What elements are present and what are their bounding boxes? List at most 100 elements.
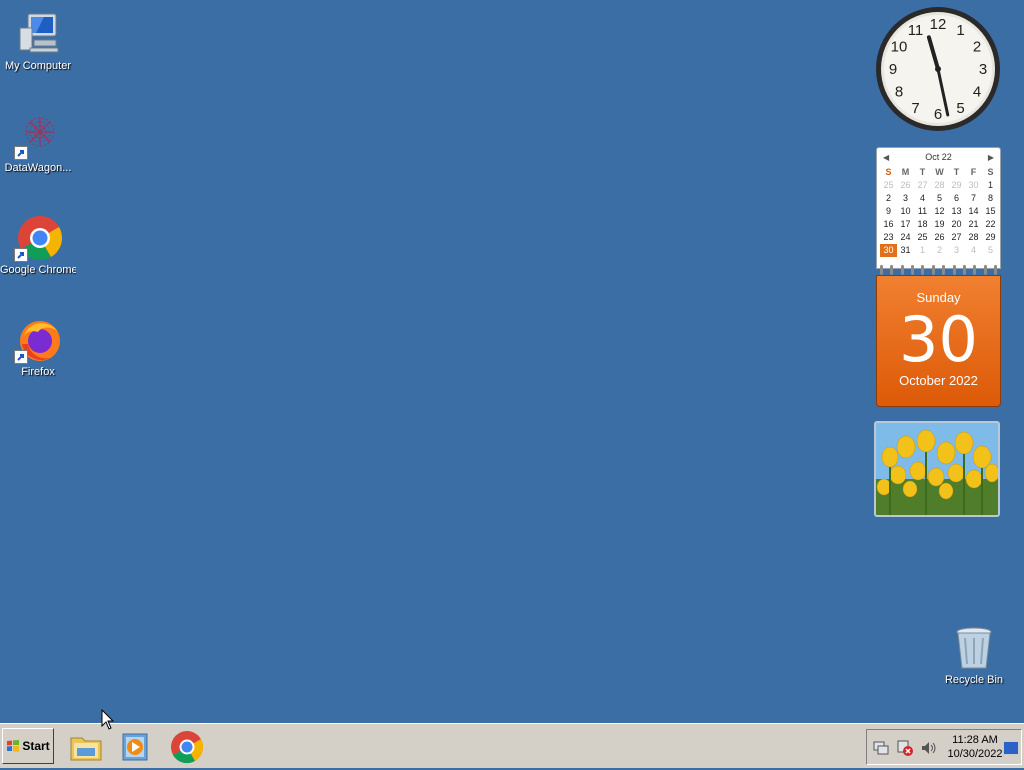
clock-numeral: 3 xyxy=(979,61,987,78)
calendar-spiral xyxy=(876,265,1001,275)
calendar-day-number: 30 xyxy=(899,303,978,376)
taskbar-explorer-button[interactable] xyxy=(68,729,104,765)
calendar-weekday-header: T xyxy=(919,167,926,177)
start-button[interactable]: Start xyxy=(2,728,54,764)
calendar-day-cell[interactable]: 29 xyxy=(948,179,965,192)
clock-numeral: 8 xyxy=(895,84,903,101)
calendar-month-view: ◀ Oct 22 ▶ S M T W T F S 25 26 27 28 29 30 1 2 3 4 5 6 7 8 9 1… xyxy=(876,147,1001,269)
calendar-day-cell[interactable]: 13 xyxy=(948,205,965,218)
clock-numeral: 5 xyxy=(956,100,964,117)
calendar-day-cell[interactable]: 14 xyxy=(965,205,982,218)
calendar-day-cell[interactable]: 2 xyxy=(880,192,897,205)
calendar-day-cell[interactable]: 29 xyxy=(982,231,999,244)
calendar-day-cell[interactable]: 25 xyxy=(880,179,897,192)
calendar-day-cell[interactable]: 31 xyxy=(897,244,914,257)
calendar-day-cell[interactable]: 18 xyxy=(914,218,931,231)
clock-numeral: 6 xyxy=(934,106,942,123)
calendar-day-cell[interactable]: 24 xyxy=(897,231,914,244)
calendar-day-cell[interactable]: 5 xyxy=(982,244,999,257)
desktop-icon-datawagon[interactable]: DataWagon... xyxy=(0,112,76,175)
calendar-day-cell[interactable]: 20 xyxy=(948,218,965,231)
network-icon[interactable] xyxy=(872,739,890,757)
calendar-day-cell[interactable]: 30 xyxy=(880,244,897,257)
calendar-day-cell[interactable]: 10 xyxy=(897,205,914,218)
calendar-day-cell[interactable]: 8 xyxy=(982,192,999,205)
tulips-photo xyxy=(876,423,998,515)
firefox-icon xyxy=(14,316,62,364)
desktop-icon-firefox[interactable]: Firefox xyxy=(0,316,76,379)
calendar-day-cell[interactable]: 9 xyxy=(880,205,897,218)
clock-numeral: 1 xyxy=(956,22,964,39)
taskbar-media-player-button[interactable] xyxy=(118,729,154,765)
calendar-gadget[interactable]: ◀ Oct 22 ▶ S M T W T F S 25 26 27 28 29 30 1 2 3 4 5 6 7 8 9 1… xyxy=(876,147,1001,407)
clock-gadget[interactable]: 12 1 2 3 4 5 6 7 8 9 10 11 xyxy=(875,6,1001,132)
desktop-icon-recycle-bin[interactable]: Recycle Bin xyxy=(936,624,1012,687)
shortcut-arrow-icon xyxy=(14,350,28,364)
calendar-grid: S M T W T F S 25 26 27 28 29 30 1 2 3 4 5 6 7 8 9 10 11 12 13 14 15… xyxy=(880,166,1000,257)
explorer-icon xyxy=(70,737,102,761)
desktop-icon-label: Google Chrome xyxy=(0,264,76,276)
calendar-day-cell[interactable]: 16 xyxy=(880,218,897,231)
desktop-icon-label: My Computer xyxy=(4,60,72,72)
calendar-weekday-header: F xyxy=(970,167,977,177)
calendar-day-cell[interactable]: 3 xyxy=(897,192,914,205)
calendar-day-cell[interactable]: 4 xyxy=(914,192,931,205)
calendar-day-cell[interactable]: 27 xyxy=(948,231,965,244)
chrome-icon xyxy=(171,731,204,764)
desktop-icon-my-computer[interactable]: My Computer xyxy=(0,10,76,73)
calendar-day-cell[interactable]: 3 xyxy=(948,244,965,257)
shortcut-arrow-icon xyxy=(14,248,28,262)
calendar-day-cell[interactable]: 11 xyxy=(914,205,931,218)
calendar-day-cell[interactable]: 23 xyxy=(880,231,897,244)
calendar-weekday-header: T xyxy=(953,167,960,177)
calendar-weekday-header: S xyxy=(987,167,994,177)
calendar-day-cell[interactable]: 26 xyxy=(931,231,948,244)
clock-numeral: 4 xyxy=(973,84,981,101)
clock-numeral: 11 xyxy=(908,22,924,39)
calendar-day-cell[interactable]: 22 xyxy=(982,218,999,231)
show-desktop-icon[interactable] xyxy=(1003,741,1019,755)
calendar-day-cell[interactable]: 12 xyxy=(931,205,948,218)
desktop-icon-chrome[interactable]: Google Chrome xyxy=(0,214,76,277)
calendar-header: ◀ Oct 22 ▶ xyxy=(877,148,1000,166)
next-month-icon[interactable]: ▶ xyxy=(988,153,994,162)
clock-numeral: 10 xyxy=(891,39,908,56)
calendar-month-year: October 2022 xyxy=(899,373,978,388)
volume-icon[interactable] xyxy=(920,739,938,757)
slideshow-gadget[interactable] xyxy=(874,421,1000,517)
clock-numeral: 12 xyxy=(930,16,947,33)
calendar-day-view: Sunday 30 October 2022 xyxy=(876,275,1001,407)
shortcut-arrow-icon xyxy=(14,146,28,160)
calendar-day-cell[interactable]: 21 xyxy=(965,218,982,231)
calendar-day-cell[interactable]: 1 xyxy=(982,179,999,192)
calendar-day-cell[interactable]: 28 xyxy=(965,231,982,244)
calendar-day-cell[interactable]: 6 xyxy=(948,192,965,205)
my-computer-icon xyxy=(14,10,62,58)
calendar-day-cell[interactable]: 28 xyxy=(931,179,948,192)
taskbar-chrome-button[interactable] xyxy=(169,729,205,765)
calendar-day-cell[interactable]: 4 xyxy=(965,244,982,257)
tray-clock[interactable]: 11:28 AM 10/30/2022 xyxy=(945,733,1005,761)
clock-numeral: 2 xyxy=(973,39,981,56)
datawagon-icon xyxy=(14,112,62,160)
calendar-day-cell[interactable]: 5 xyxy=(931,192,948,205)
calendar-day-cell[interactable]: 2 xyxy=(931,244,948,257)
calendar-day-cell[interactable]: 30 xyxy=(965,179,982,192)
calendar-day-cell[interactable]: 15 xyxy=(982,205,999,218)
desktop-icon-label: DataWagon... xyxy=(4,162,72,174)
calendar-day-cell[interactable]: 27 xyxy=(914,179,931,192)
taskbar: Start 11:28 AM 10/30/2022 xyxy=(0,723,1024,768)
calendar-day-cell[interactable]: 26 xyxy=(897,179,914,192)
calendar-day-cell[interactable]: 7 xyxy=(965,192,982,205)
system-tray: 11:28 AM 10/30/2022 xyxy=(866,729,1022,765)
clock-numeral: 7 xyxy=(911,100,919,117)
prev-month-icon[interactable]: ◀ xyxy=(883,153,889,162)
calendar-day-cell[interactable]: 1 xyxy=(914,244,931,257)
calendar-day-cell[interactable]: 25 xyxy=(914,231,931,244)
calendar-day-cell[interactable]: 17 xyxy=(897,218,914,231)
security-alert-icon[interactable] xyxy=(896,739,914,757)
desktop-icon-label: Recycle Bin xyxy=(944,674,1004,686)
media-player-icon xyxy=(122,733,148,761)
calendar-day-cell[interactable]: 19 xyxy=(931,218,948,231)
recycle-bin-icon xyxy=(950,624,998,672)
